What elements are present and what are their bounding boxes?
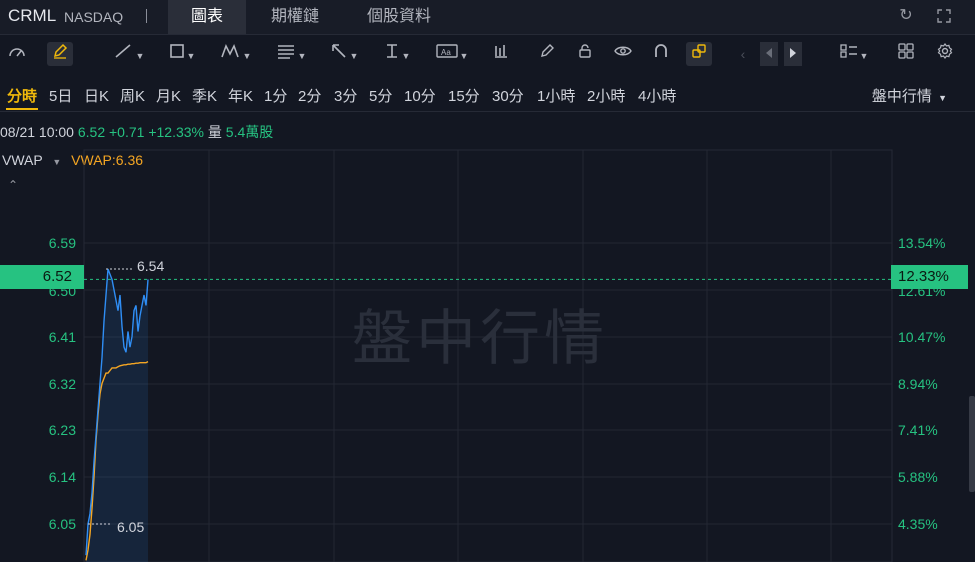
y-tick-right: 10.47%: [898, 329, 946, 345]
y-tick-left: 6.14: [48, 469, 76, 485]
y-tick-right: 4.35%: [898, 516, 938, 532]
y-tick-right: 8.94%: [898, 376, 938, 392]
y-tick-right: 13.54%: [898, 235, 946, 251]
right-scroll-handle[interactable]: [969, 396, 975, 492]
current-pct-badge: 12.33%: [891, 265, 968, 289]
y-tick-left: 6.41: [48, 329, 76, 345]
y-tick-right: 7.41%: [898, 422, 938, 438]
low-price-label: 6.05: [117, 519, 145, 535]
y-tick-right: 5.88%: [898, 469, 938, 485]
price-chart: [83, 149, 893, 562]
high-price-label: 6.54: [137, 258, 165, 274]
current-price-badge: 6.52: [0, 265, 84, 289]
y-tick-left: 6.59: [48, 235, 76, 251]
y-tick-left: 6.05: [48, 516, 76, 532]
chart-watermark: 盤中行情: [352, 305, 608, 372]
y-tick-left: 6.32: [48, 376, 76, 392]
current-pct-text: 12.33%: [898, 268, 949, 285]
current-price-text: 6.52: [42, 268, 72, 285]
y-tick-left: 6.23: [48, 422, 76, 438]
